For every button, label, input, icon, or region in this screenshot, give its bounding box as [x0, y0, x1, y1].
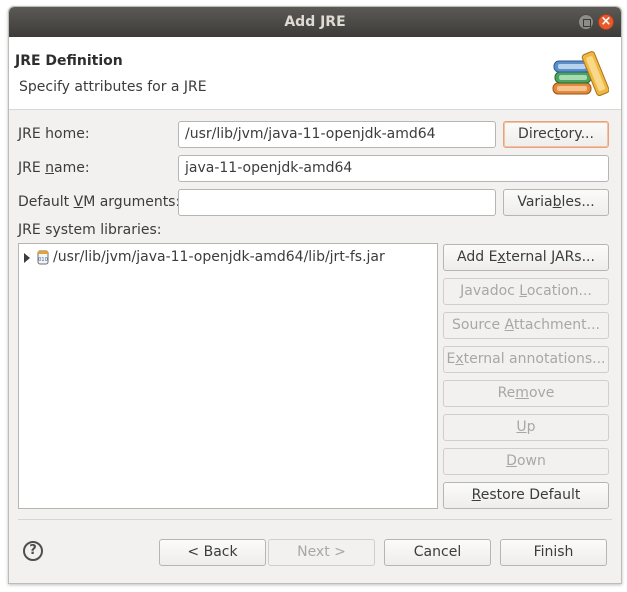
external-annotations-button[interactable]: External annotations... [443, 346, 609, 373]
header-title: JRE Definition [15, 53, 123, 69]
footer-divider [18, 519, 612, 520]
system-libraries-label: JRE system libraries: [18, 222, 162, 238]
maximize-icon[interactable] [578, 14, 594, 30]
jar-icon: 010 [37, 250, 49, 265]
close-icon: × [600, 14, 612, 29]
vm-arguments-label: Default VM arguments: [18, 194, 181, 210]
system-libraries-tree[interactable]: 010 /usr/lib/jvm/java-11-openjdk-amd64/l… [18, 243, 438, 509]
window-title: Add JRE [284, 14, 346, 30]
dialog-header: JRE Definition Specify attributes for a … [9, 37, 621, 110]
down-button[interactable]: Down [443, 448, 609, 475]
close-window-button[interactable]: × [598, 14, 614, 30]
directory-button[interactable]: Directory... [503, 121, 609, 148]
svg-text:010: 010 [38, 257, 48, 263]
title-bar[interactable]: Add JRE × [9, 7, 621, 37]
jre-name-field[interactable]: java-11-openjdk-amd64 [178, 155, 609, 182]
vm-arguments-field[interactable] [178, 189, 496, 216]
remove-button[interactable]: Remove [443, 380, 609, 407]
back-button[interactable]: < Back [159, 539, 266, 566]
cancel-button[interactable]: Cancel [384, 539, 491, 566]
library-path: /usr/lib/jvm/java-11-openjdk-amd64/lib/j… [53, 249, 385, 265]
jre-name-label: JRE name: [18, 160, 90, 176]
variables-button[interactable]: Variables... [503, 189, 609, 216]
expand-arrow-icon[interactable] [24, 253, 30, 263]
help-icon[interactable]: ? [23, 541, 43, 561]
jre-home-label: JRE home: [18, 126, 90, 142]
javadoc-location-button[interactable]: Javadoc Location... [443, 278, 609, 305]
restore-default-button[interactable]: Restore Default [443, 482, 609, 509]
books-icon [552, 51, 609, 96]
next-button[interactable]: Next > [268, 539, 375, 566]
up-button[interactable]: Up [443, 414, 609, 441]
add-jre-dialog: Add JRE × JRE Definition Specify attribu… [8, 6, 622, 584]
jre-home-field[interactable]: /usr/lib/jvm/java-11-openjdk-amd64 [178, 121, 496, 148]
finish-button[interactable]: Finish [500, 539, 607, 566]
header-subtitle: Specify attributes for a JRE [19, 79, 207, 95]
source-attachment-button[interactable]: Source Attachment... [443, 312, 609, 339]
add-external-jars-button[interactable]: Add External JARs... [443, 244, 609, 271]
